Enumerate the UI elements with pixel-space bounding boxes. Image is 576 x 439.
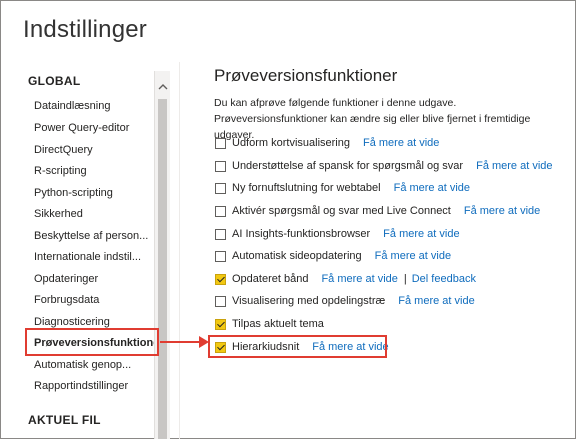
learn-more-link[interactable]: Få mere at vide [383,228,459,240]
highlight-box-feature [208,335,387,358]
feature-checkbox[interactable] [215,250,226,262]
link-separator: | [403,273,407,285]
feature-label: Aktivér spørgsmål og svar med Live Conne… [232,205,451,217]
nav-header-global: GLOBAL [28,74,81,88]
dialog-title: Indstillinger [23,16,147,43]
feature-label: Visualisering med opdelingstræ [232,295,386,307]
feature-checkbox[interactable] [215,160,226,172]
nav-item-power-query-editor[interactable]: Power Query-editor [34,120,158,136]
nav-item-internationale[interactable]: Internationale indstil... [34,249,158,265]
feature-label: Tilpas aktuelt tema [232,318,324,330]
feature-row: Udform kortvisualisering Få mere at vide [215,135,439,151]
feature-row: Opdateret bånd Få mere at vide | Del fee… [215,271,476,287]
chevron-up-icon[interactable] [155,79,171,93]
feature-label: AI Insights-funktionsbrowser [232,228,371,240]
feature-row: Understøttelse af spansk for spørgsmål o… [215,158,553,174]
learn-more-link[interactable]: Få mere at vide [363,137,439,149]
section-title: Prøveversionsfunktioner [214,66,398,85]
feature-checkbox-checked[interactable] [215,318,226,330]
feature-checkbox[interactable] [215,228,226,240]
feature-label: Understøttelse af spansk for spørgsmål o… [232,160,464,172]
nav-item-automatisk-genop[interactable]: Automatisk genop... [34,357,158,373]
nav-item-directquery[interactable]: DirectQuery [34,142,158,158]
learn-more-link[interactable]: Få mere at vide [464,205,540,217]
scrollbar-thumb[interactable] [158,99,167,439]
feedback-link[interactable]: Del feedback [412,273,476,285]
learn-more-link[interactable]: Få mere at vide [398,295,474,307]
nav-item-r-scripting[interactable]: R-scripting [34,163,158,179]
feature-row: AI Insights-funktionsbrowser Få mere at … [215,226,460,242]
learn-more-link[interactable]: Få mere at vide [394,182,470,194]
feature-label: Udform kortvisualisering [232,137,350,149]
learn-more-link[interactable]: Få mere at vide [321,273,397,285]
feature-row: Visualisering med opdelingstræ Få mere a… [215,293,475,309]
highlight-arrow [160,341,202,343]
feature-label: Ny fornuftslutning for webtabel [232,182,381,194]
feature-row: Tilpas aktuelt tema [215,316,324,332]
feature-checkbox[interactable] [215,205,226,217]
nav-item-beskyttelse[interactable]: Beskyttelse af person... [34,228,158,244]
feature-checkbox-checked[interactable] [215,273,226,285]
feature-checkbox[interactable] [215,295,226,307]
feature-checkbox[interactable] [215,137,226,149]
feature-checkbox[interactable] [215,182,226,194]
feature-row: Ny fornuftslutning for webtabel Få mere … [215,180,470,196]
nav-item-forbrugsdata[interactable]: Forbrugsdata [34,292,158,308]
nav-header-current-file: AKTUEL FIL [28,413,101,427]
nav-item-sikkerhed[interactable]: Sikkerhed [34,206,158,222]
nav-item-opdateringer[interactable]: Opdateringer [34,271,158,287]
learn-more-link[interactable]: Få mere at vide [476,160,552,172]
learn-more-link[interactable]: Få mere at vide [375,250,451,262]
feature-label: Opdateret bånd [232,273,309,285]
feature-label: Automatisk sideopdatering [232,250,362,262]
nav-item-rapportindstillinger[interactable]: Rapportindstillinger [34,378,158,394]
highlight-box-nav [25,328,159,356]
feature-row: Automatisk sideopdatering Få mere at vid… [215,248,451,264]
nav-item-python-scripting[interactable]: Python-scripting [34,185,158,201]
panel-divider [179,62,180,439]
feature-row: Aktivér spørgsmål og svar med Live Conne… [215,203,540,219]
nav-item-dataindlaesning[interactable]: Dataindlæsning [34,98,158,114]
nav-scrollbar[interactable] [154,71,170,439]
